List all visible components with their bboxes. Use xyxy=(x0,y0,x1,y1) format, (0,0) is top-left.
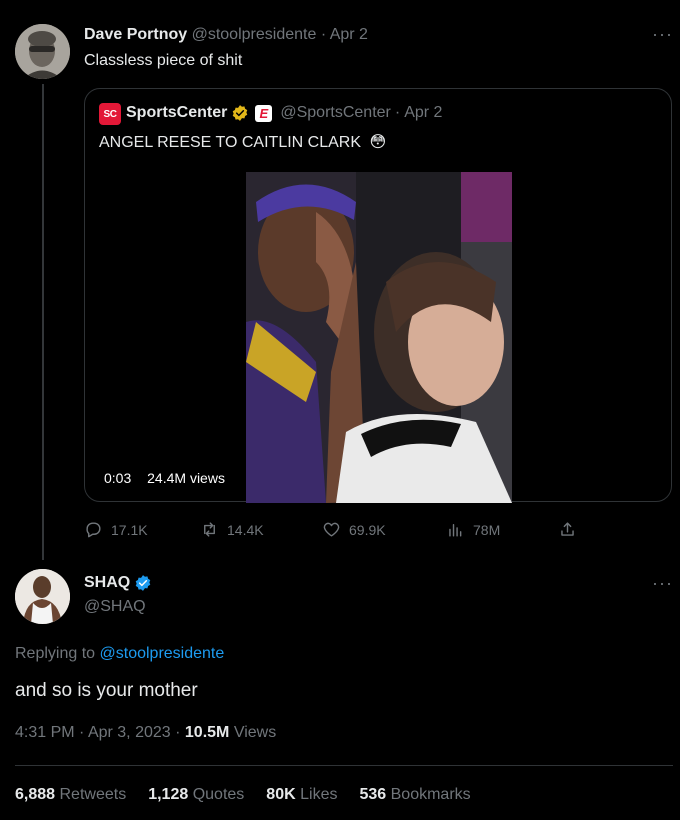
author-name[interactable]: Dave Portnoy xyxy=(84,26,187,43)
sportscenter-logo-text: SC xyxy=(103,108,117,120)
retweets-stat-count: 6,888 xyxy=(15,786,56,803)
retweets-stat-label: Retweets xyxy=(59,786,127,803)
like-button[interactable]: 69.9K xyxy=(322,520,386,539)
divider xyxy=(15,765,673,766)
reply-author-handle[interactable]: @SHAQ xyxy=(84,598,146,616)
analytics-icon xyxy=(449,524,462,537)
quoted-tweet-header: SportsCenter E @SportsCenter · Apr 2 xyxy=(126,104,442,122)
like-count: 69.9K xyxy=(349,521,386,538)
espn-affiliate-badge: E xyxy=(255,104,273,122)
video-overlay-meta: 0:03 24.4M views xyxy=(104,470,225,486)
reply-more-options-button[interactable]: ··· xyxy=(652,573,673,594)
replying-to-row: Replying to @stoolpresidente xyxy=(15,645,224,663)
share-icon xyxy=(561,522,574,536)
blue-verified-icon xyxy=(134,574,152,592)
author-handle[interactable]: @stoolpresidente xyxy=(192,26,317,43)
sportscenter-logo: SC xyxy=(99,103,121,125)
espn-badge-letter: E xyxy=(259,105,269,121)
separator: · xyxy=(320,26,327,43)
quoted-tweet-text: ANGEL REESE TO CAITLIN CLARK xyxy=(99,134,362,151)
quotes-stat-label: Quotes xyxy=(192,786,245,803)
bookmarks-stat[interactable]: 536 Bookmarks xyxy=(359,786,470,804)
reply-text: and so is your mother xyxy=(15,680,198,701)
quoted-tweet-text-row: ANGEL REESE TO CAITLIN CLARK 😳 xyxy=(99,132,386,152)
avatar-shaq[interactable] xyxy=(15,569,70,624)
thread-line xyxy=(42,84,44,560)
video-views: 24.4M views xyxy=(147,470,225,486)
bookmarks-stat-count: 536 xyxy=(359,786,387,803)
separator: · xyxy=(79,724,85,741)
bookmarks-stat-label: Bookmarks xyxy=(390,786,471,803)
tweet-date[interactable]: Apr 2 xyxy=(330,26,368,43)
video-thumbnail[interactable] xyxy=(246,172,512,503)
reply-author-row: SHAQ xyxy=(84,574,152,592)
quotes-stat-count: 1,128 xyxy=(148,786,189,803)
quoted-author-handle[interactable]: @SportsCenter xyxy=(280,104,391,122)
likes-stat-count: 80K xyxy=(266,786,296,803)
reply-views-count: 10.5M xyxy=(184,724,230,741)
flushed-emoji: 😳 xyxy=(369,134,387,151)
views-button[interactable]: 78M xyxy=(446,520,500,539)
reply-meta-row: 4:31 PM · Apr 3, 2023 · 10.5M Views xyxy=(15,724,276,742)
replying-to-label: Replying to xyxy=(15,645,96,662)
reply-time[interactable]: 4:31 PM xyxy=(15,724,75,741)
reply-author-name[interactable]: SHAQ xyxy=(84,574,130,592)
reply-date[interactable]: Apr 3, 2023 xyxy=(88,724,171,741)
separator: · xyxy=(394,104,401,121)
replying-to-link[interactable]: @stoolpresidente xyxy=(100,645,225,662)
quoted-tweet-date[interactable]: Apr 2 xyxy=(404,104,442,122)
retweet-count: 14.4K xyxy=(227,521,264,538)
likes-stat-label: Likes xyxy=(300,786,338,803)
heart-icon xyxy=(323,522,340,537)
quoted-author-name[interactable]: SportsCenter xyxy=(126,104,227,122)
reply-button[interactable]: 17.1K xyxy=(84,520,148,539)
more-options-button[interactable]: ··· xyxy=(652,24,673,45)
reply-count: 17.1K xyxy=(111,521,148,538)
retweets-stat[interactable]: 6,888 Retweets xyxy=(15,786,126,804)
avatar-dave-portnoy[interactable] xyxy=(15,24,70,79)
engagement-stats: 6,888 Retweets 1,128 Quotes 80K Likes 53… xyxy=(15,786,471,804)
quotes-stat[interactable]: 1,128 Quotes xyxy=(148,786,244,804)
reply-views-label: Views xyxy=(233,724,277,741)
reply-icon xyxy=(86,522,101,538)
share-button[interactable] xyxy=(558,520,577,539)
video-time: 0:03 xyxy=(104,470,132,486)
retweet-button[interactable]: 14.4K xyxy=(200,520,264,539)
gold-verified-icon xyxy=(231,104,249,122)
tweet-text: Classless piece of shit xyxy=(84,52,243,69)
retweet-icon xyxy=(204,522,215,537)
separator: · xyxy=(175,724,181,741)
original-tweet-header: Dave Portnoy @stoolpresidente · Apr 2 xyxy=(84,26,368,44)
likes-stat[interactable]: 80K Likes xyxy=(266,786,337,804)
views-count: 78M xyxy=(473,521,501,538)
